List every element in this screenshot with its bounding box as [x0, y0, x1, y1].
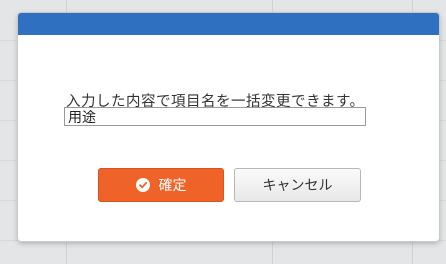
cancel-button[interactable]: キャンセル: [234, 168, 361, 202]
confirm-label: 確定: [158, 178, 187, 194]
confirm-button[interactable]: 確定: [98, 168, 224, 202]
cancel-label: キャンセル: [262, 178, 333, 194]
item-name-input[interactable]: [64, 107, 366, 126]
dialog-header: [18, 13, 439, 35]
rename-dialog: 入力した内容で項目名を一括変更できます。 確定 キャンセル: [18, 13, 439, 241]
check-circle-icon: [135, 178, 150, 192]
